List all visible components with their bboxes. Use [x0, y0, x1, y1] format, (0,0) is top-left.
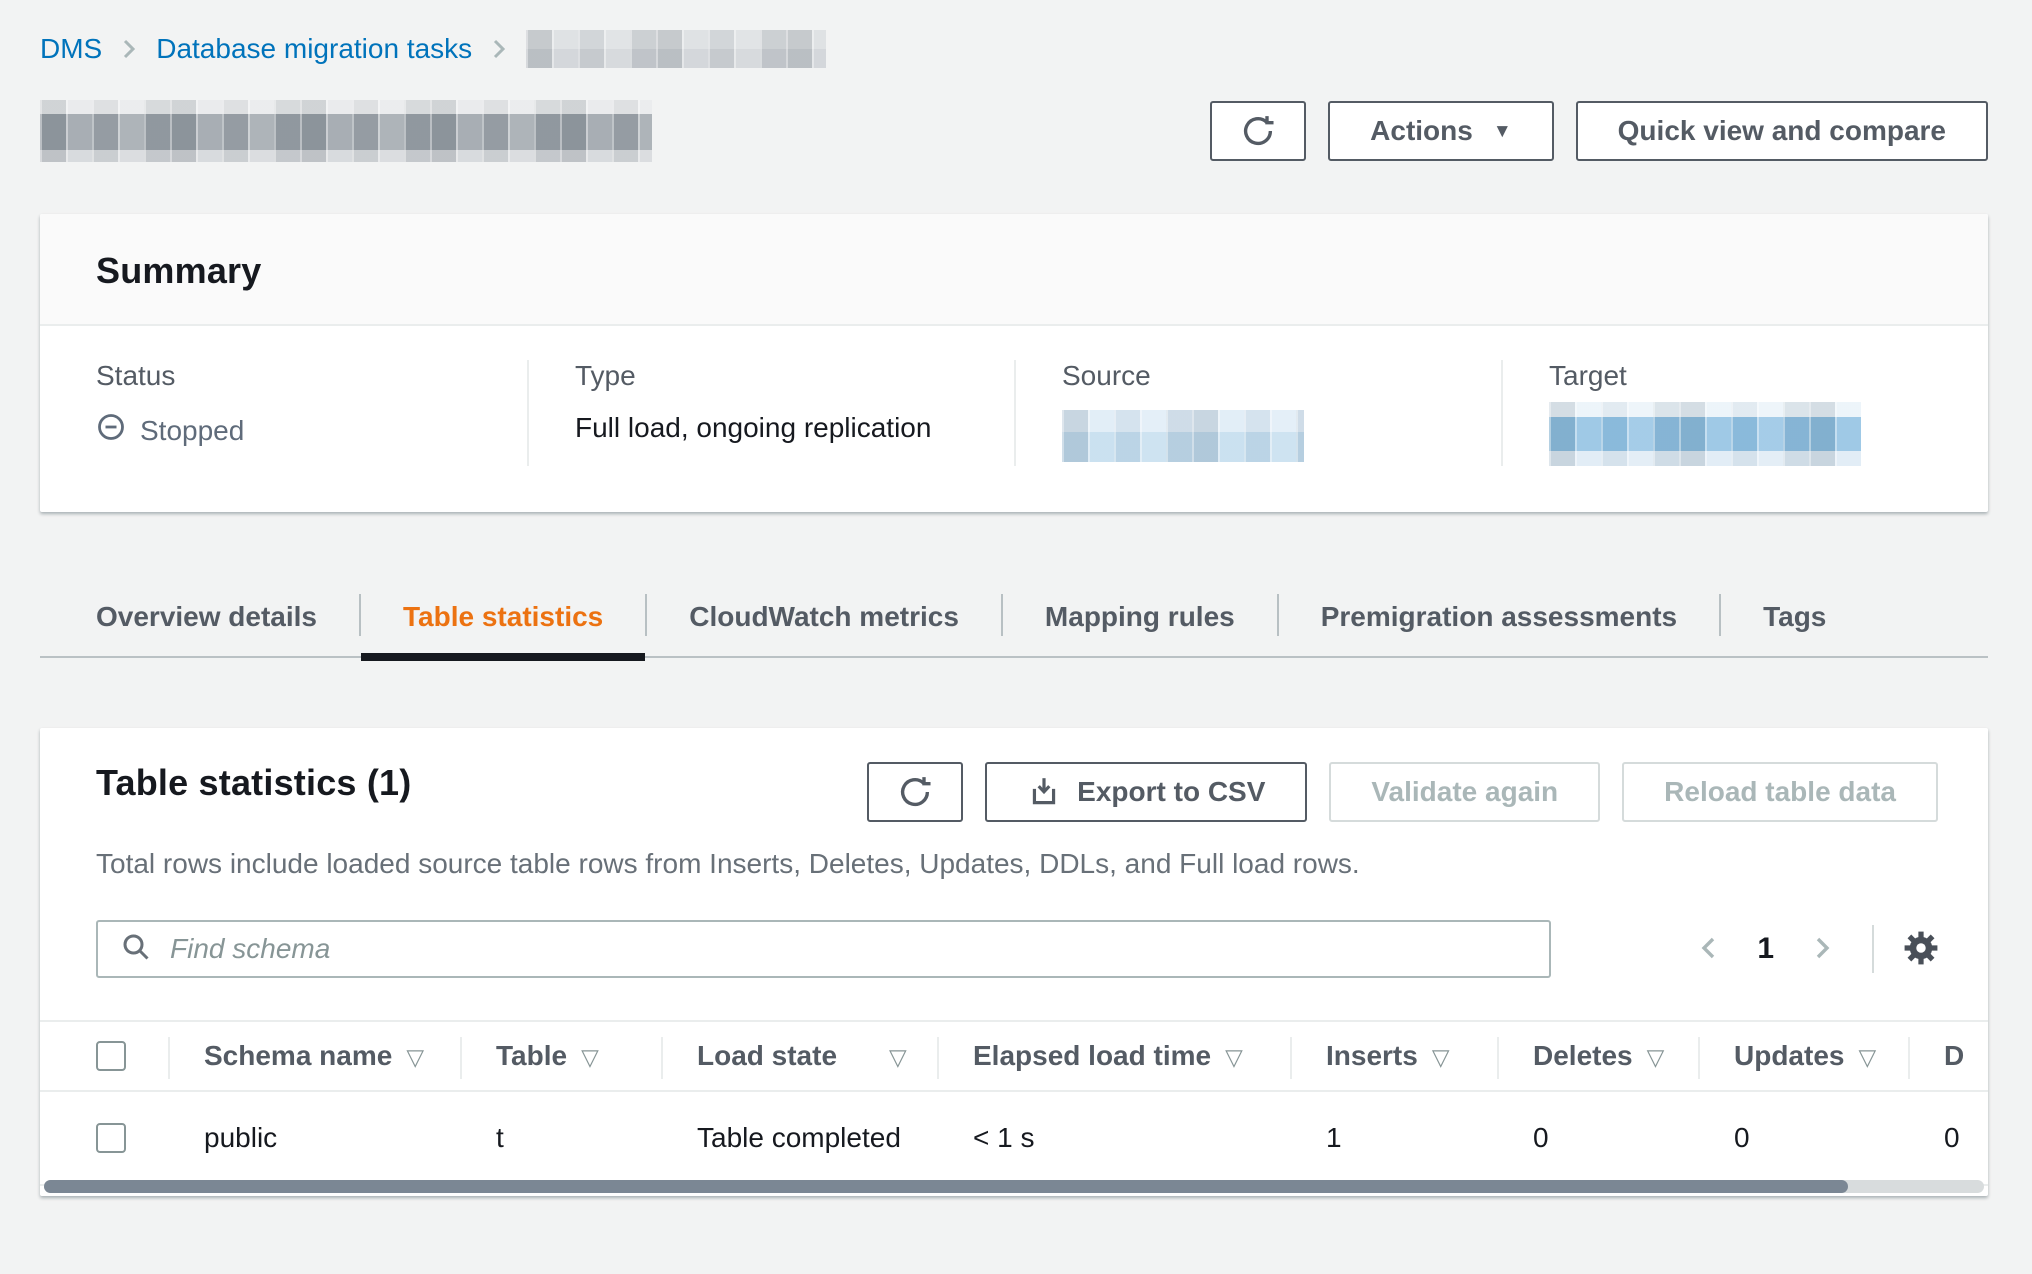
- page-title-redacted: [40, 100, 652, 162]
- source-value-redacted: [1062, 410, 1304, 462]
- field-label: Source: [1062, 360, 1501, 392]
- pagination-divider: [1872, 925, 1874, 973]
- refresh-icon: [1240, 113, 1276, 149]
- column-header-inserts[interactable]: Inserts▽: [1290, 1021, 1497, 1091]
- header-actions: Actions ▼ Quick view and compare: [1210, 101, 1988, 161]
- target-value-redacted: [1549, 402, 1861, 466]
- summary-title: Summary: [96, 250, 1932, 292]
- sort-icon: ▽: [406, 1044, 424, 1070]
- cell-deletes: 0: [1497, 1091, 1698, 1185]
- column-header-ddls-clipped[interactable]: D: [1908, 1021, 1988, 1091]
- tab-overview-details[interactable]: Overview details: [40, 578, 359, 656]
- column-header-elapsed-load-time[interactable]: Elapsed load time▽: [937, 1021, 1290, 1091]
- table-statistics-description: Total rows include loaded source table r…: [40, 822, 1988, 880]
- select-all-checkbox[interactable]: [96, 1041, 126, 1071]
- sort-icon: ▽: [889, 1044, 907, 1070]
- search-icon: [120, 931, 152, 968]
- select-all-cell: [40, 1021, 168, 1091]
- column-header-deletes[interactable]: Deletes▽: [1497, 1021, 1698, 1091]
- table-card-header: Table statistics (1): [40, 728, 1988, 822]
- horizontal-scrollbar: [44, 1180, 1984, 1193]
- type-value: Full load, ongoing replication: [575, 412, 1014, 444]
- pagination: 1: [1689, 925, 1942, 973]
- row-checkbox[interactable]: [96, 1123, 126, 1153]
- table-statistics-title: Table statistics (1): [96, 762, 411, 804]
- field-label: Type: [575, 360, 1014, 392]
- gear-icon: [1900, 927, 1942, 972]
- current-page-number: 1: [1757, 932, 1774, 966]
- tab-mapping-rules[interactable]: Mapping rules: [1003, 578, 1277, 656]
- breadcrumb-chevron-icon: [118, 36, 140, 62]
- table-preferences-button[interactable]: [1900, 927, 1942, 972]
- sort-icon: ▽: [1225, 1044, 1243, 1070]
- cell-ddls-clipped: 0: [1908, 1091, 1988, 1185]
- sort-icon: ▽: [1647, 1044, 1665, 1070]
- search-input[interactable]: [168, 932, 1527, 966]
- summary-card: Summary Status Stopped Type Full load, o…: [40, 214, 1988, 512]
- column-header-table[interactable]: Table▽: [460, 1021, 661, 1091]
- horizontal-scrollbar-thumb[interactable]: [44, 1180, 1848, 1193]
- cell-elapsed-load-time: < 1 s: [937, 1091, 1290, 1185]
- column-header-load-state[interactable]: Load state▽: [661, 1021, 937, 1091]
- export-csv-button[interactable]: Export to CSV: [985, 762, 1307, 822]
- row-select-cell: [40, 1091, 168, 1185]
- schema-search-box: [96, 920, 1551, 978]
- download-icon: [1027, 775, 1061, 809]
- breadcrumb-link-tasks[interactable]: Database migration tasks: [156, 33, 472, 65]
- cell-updates: 0: [1698, 1091, 1908, 1185]
- table-refresh-button[interactable]: [867, 762, 963, 822]
- next-page-button[interactable]: [1802, 933, 1842, 966]
- tab-tags[interactable]: Tags: [1721, 578, 1868, 656]
- cell-inserts: 1: [1290, 1091, 1497, 1185]
- table-statistics-card: Table statistics (1): [40, 728, 1988, 1196]
- reload-table-data-button[interactable]: Reload table data: [1622, 762, 1938, 822]
- tab-cloudwatch-metrics[interactable]: CloudWatch metrics: [647, 578, 1001, 656]
- summary-field-source: Source: [1014, 360, 1501, 466]
- table-card-actions: Export to CSV Validate again Reload tabl…: [867, 762, 1938, 822]
- summary-field-target: Target: [1501, 360, 1988, 466]
- quick-view-compare-button[interactable]: Quick view and compare: [1576, 101, 1988, 161]
- previous-page-button[interactable]: [1689, 933, 1729, 966]
- chevron-left-icon: [1695, 933, 1723, 966]
- table-header-row: Schema name▽ Table▽ Load state▽ Elapsed …: [40, 1021, 1988, 1091]
- summary-card-header: Summary: [40, 214, 1988, 326]
- summary-field-type: Type Full load, ongoing replication: [527, 360, 1014, 466]
- page-header: Actions ▼ Quick view and compare: [40, 98, 1988, 164]
- breadcrumb: DMS Database migration tasks: [40, 28, 1988, 70]
- caret-down-icon: ▼: [1493, 122, 1512, 141]
- breadcrumb-chevron-icon: [488, 36, 510, 62]
- chevron-right-icon: [1808, 933, 1836, 966]
- tab-table-statistics[interactable]: Table statistics: [361, 578, 645, 656]
- sort-icon: ▽: [581, 1044, 599, 1070]
- filter-row: 1: [40, 920, 1988, 978]
- cell-load-state: Table completed: [661, 1091, 937, 1185]
- summary-field-status: Status Stopped: [40, 360, 527, 466]
- sort-icon: ▽: [1432, 1044, 1450, 1070]
- field-label: Status: [96, 360, 527, 392]
- table-row: public t Table completed < 1 s 1 0 0 0: [40, 1091, 1988, 1185]
- status-value: Stopped: [96, 412, 527, 449]
- stopped-icon: [96, 412, 126, 449]
- validate-again-button[interactable]: Validate again: [1329, 762, 1600, 822]
- summary-body: Status Stopped Type Full load, ongoing r…: [40, 326, 1988, 512]
- breadcrumb-current-redacted: [526, 30, 826, 68]
- refresh-icon: [897, 774, 933, 810]
- sort-icon: ▽: [1858, 1044, 1876, 1070]
- actions-button[interactable]: Actions ▼: [1328, 101, 1554, 161]
- field-label: Target: [1549, 360, 1988, 392]
- cell-table: t: [460, 1091, 661, 1185]
- column-header-updates[interactable]: Updates▽: [1698, 1021, 1908, 1091]
- refresh-button[interactable]: [1210, 101, 1306, 161]
- breadcrumb-link-dms[interactable]: DMS: [40, 33, 102, 65]
- table-statistics-table: Schema name▽ Table▽ Load state▽ Elapsed …: [40, 1020, 1988, 1186]
- dms-task-page: DMS Database migration tasks Actions: [0, 0, 2032, 1274]
- tab-premigration-assessments[interactable]: Premigration assessments: [1279, 578, 1719, 656]
- task-tabs: Overview details Table statistics CloudW…: [40, 578, 1988, 658]
- column-header-schema-name[interactable]: Schema name▽: [168, 1021, 460, 1091]
- cell-schema-name: public: [168, 1091, 460, 1185]
